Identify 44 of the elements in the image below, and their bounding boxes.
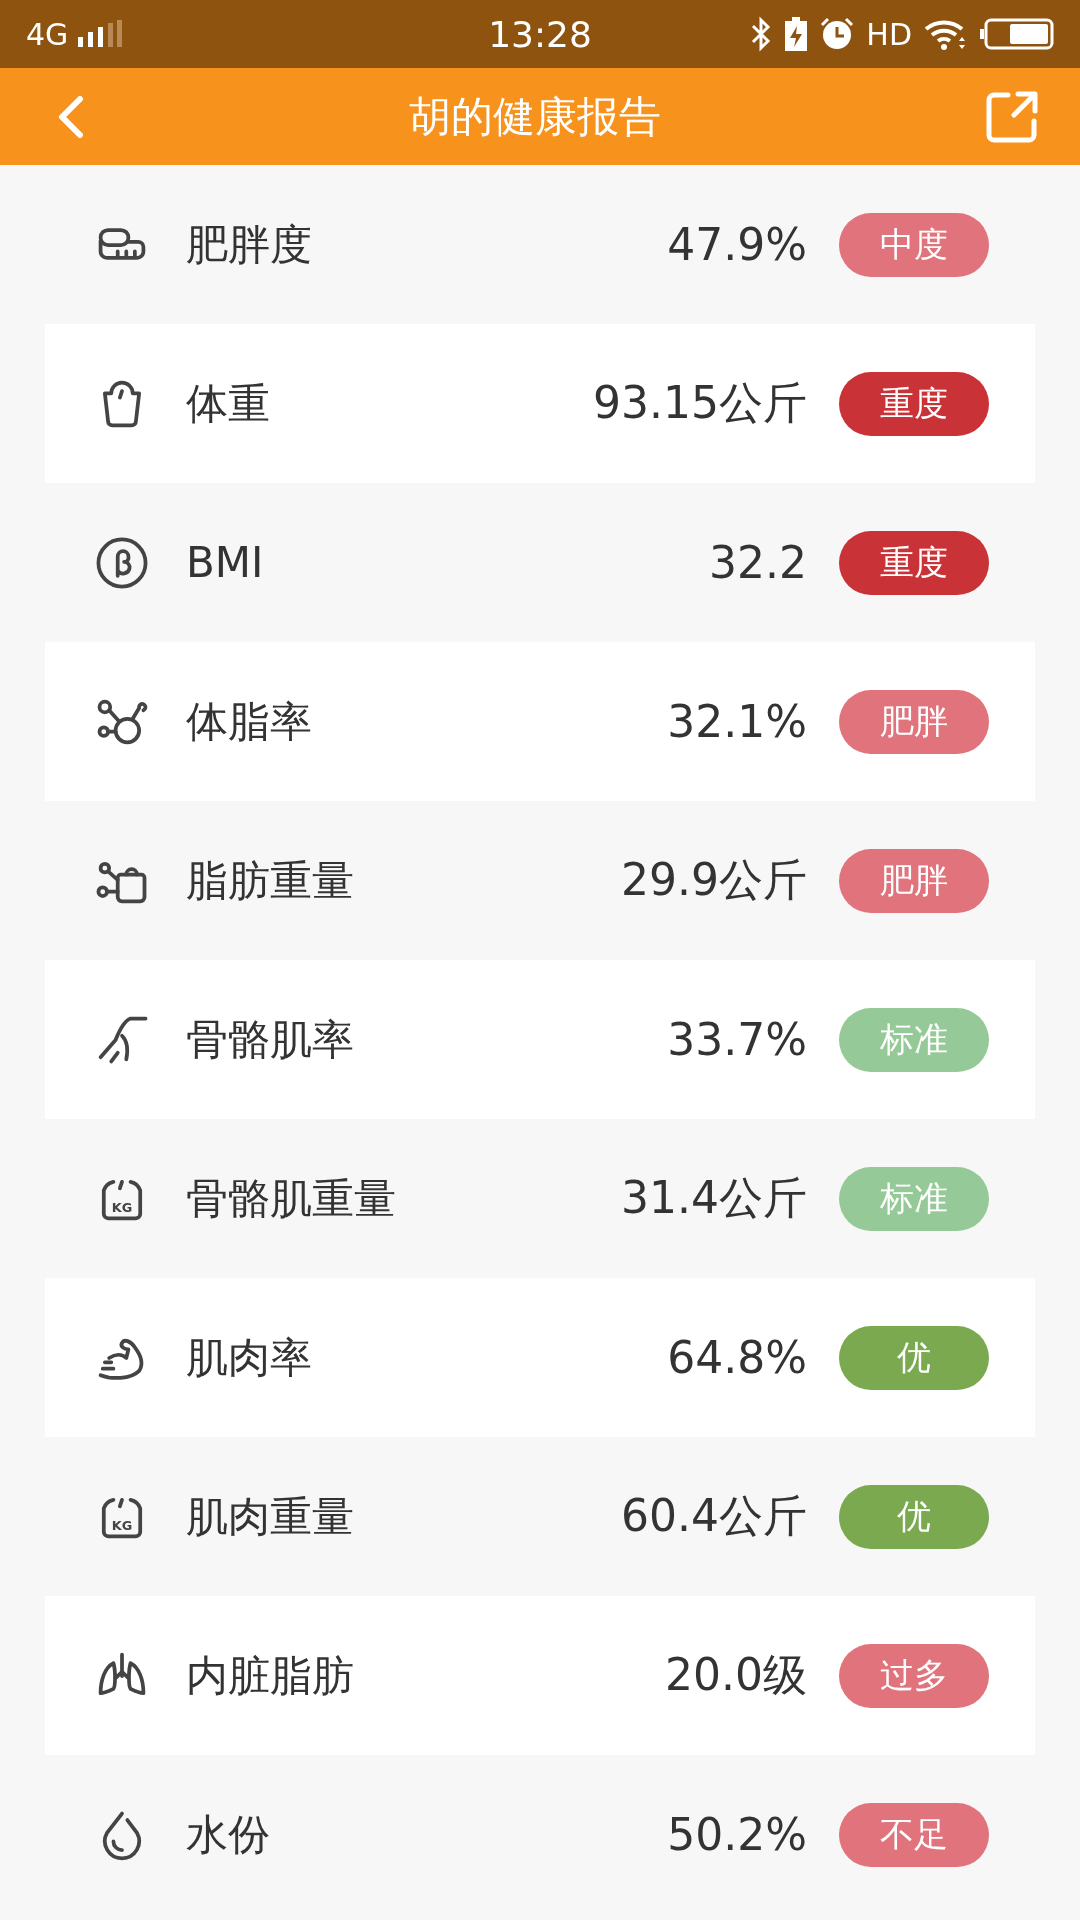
metric-name: 脂肪重量: [186, 854, 355, 907]
metric-name: 水份: [186, 1808, 271, 1861]
metric-value: 31.4公斤: [621, 1171, 807, 1225]
page-title: 胡的健康报告: [409, 90, 661, 143]
metric-value: 60.4公斤: [621, 1489, 807, 1543]
metric-name: 体重: [186, 377, 271, 430]
status-badge: 优: [839, 1325, 989, 1390]
metric-value: 47.9%: [667, 219, 807, 270]
status-badge: 肥胖: [839, 848, 989, 913]
status-badge: 标准: [839, 1166, 989, 1231]
alarm-clock-icon: [820, 17, 855, 51]
hd-indicator: HD: [866, 16, 912, 52]
status-badge: 过多: [839, 1643, 989, 1708]
battery-charging-icon: [784, 16, 809, 52]
metric-name: BMI: [186, 538, 265, 587]
metric-value: 32.1%: [667, 696, 807, 747]
signal-icon: [76, 19, 125, 49]
metric-name: 肥胖度: [186, 218, 313, 271]
metric-name: 肌肉重量: [186, 1490, 355, 1543]
battery-icon: [980, 18, 1054, 50]
back-button[interactable]: [56, 94, 86, 139]
status-badge: 标准: [839, 1007, 989, 1072]
network-type: 4G: [26, 16, 69, 52]
status-badge: 中度: [839, 212, 989, 277]
metric-name: 肌肉率: [186, 1331, 313, 1384]
status-badge: 不足: [839, 1802, 989, 1867]
metric-value: 29.9公斤: [621, 853, 807, 907]
metric-value: 32.2: [709, 537, 807, 588]
status-badge: 重度: [839, 371, 989, 436]
status-badge: 重度: [839, 530, 989, 595]
metric-name: 内脏脂肪: [186, 1649, 355, 1702]
metric-value: 50.2%: [667, 1809, 807, 1860]
metric-name: 体脂率: [186, 695, 313, 748]
status-badge: 优: [839, 1484, 989, 1549]
metric-value: 64.8%: [667, 1332, 807, 1383]
metric-value: 93.15公斤: [593, 376, 807, 430]
metric-value: 20.0级: [665, 1648, 807, 1702]
metric-value: 33.7%: [667, 1014, 807, 1065]
status-badge: 肥胖: [839, 689, 989, 754]
wifi-icon: [924, 17, 968, 51]
metric-name: 骨骼肌率: [186, 1013, 355, 1066]
clock-time: 13:28: [488, 13, 592, 55]
metric-name: 骨骼肌重量: [186, 1172, 397, 1225]
bluetooth-icon: [750, 16, 773, 52]
